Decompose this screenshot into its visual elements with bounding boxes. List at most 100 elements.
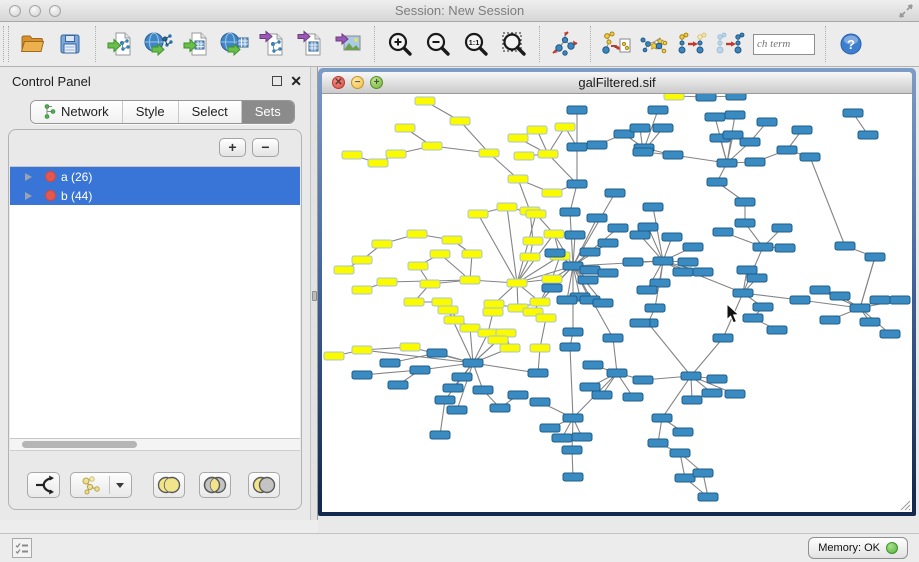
graph-node[interactable] [737,266,757,274]
graph-node[interactable] [753,303,773,311]
graph-node[interactable] [603,334,623,342]
graph-node[interactable] [673,428,693,436]
graph-node[interactable] [544,230,564,238]
open-file-icon[interactable] [13,25,51,63]
close-panel-icon[interactable]: ✕ [290,73,302,90]
graph-node[interactable] [450,117,470,125]
graph-edge[interactable] [663,261,743,293]
graph-node[interactable] [352,346,372,354]
search-input[interactable] [753,34,815,55]
graph-node[interactable] [526,210,546,218]
graph-node[interactable] [420,280,440,288]
export-image-icon[interactable] [330,25,368,63]
graph-node[interactable] [757,118,777,126]
graph-node[interactable] [717,159,737,167]
graph-node[interactable] [562,446,582,454]
graph-node[interactable] [460,276,480,284]
graph-node[interactable] [377,278,397,286]
graph-node[interactable] [580,266,600,274]
graph-node[interactable] [407,230,427,238]
graph-node[interactable] [468,210,488,218]
graph-node[interactable] [587,214,607,222]
graph-node[interactable] [563,473,583,481]
graph-node[interactable] [447,406,467,414]
graph-node[interactable] [490,404,510,412]
graph-node[interactable] [435,396,455,404]
graph-node[interactable] [536,314,556,322]
graph-node[interactable] [713,228,733,236]
graph-node[interactable] [557,296,577,304]
graph-node[interactable] [567,180,587,188]
graph-edge[interactable] [613,338,617,373]
graph-node[interactable] [530,298,550,306]
graph-node[interactable] [753,243,773,251]
graph-node[interactable] [555,123,575,131]
apply-preferred-layout-icon[interactable] [546,25,584,63]
graph-edge[interactable] [648,323,691,376]
network-canvas[interactable] [322,94,912,512]
set-layout-dropdown-button[interactable] [70,472,132,498]
graph-node[interactable] [638,223,658,231]
memory-status-button[interactable]: Memory: OK [808,537,908,559]
graph-node[interactable] [460,324,480,332]
graph-node[interactable] [645,304,665,312]
window-titlebar[interactable]: Session: New Session [0,0,919,22]
graph-node[interactable] [400,343,420,351]
graph-node[interactable] [681,372,701,380]
graph-edge[interactable] [691,338,723,376]
scrollbar-thumb[interactable] [22,441,137,448]
graph-node[interactable] [637,286,657,294]
graph-node[interactable] [890,296,910,304]
graph-node[interactable] [462,250,482,258]
graph-node[interactable] [696,94,716,101]
graph-node[interactable] [643,203,663,211]
graph-node[interactable] [630,231,650,239]
graph-node[interactable] [580,248,600,256]
graph-node[interactable] [442,236,462,244]
task-history-button[interactable] [12,538,32,558]
graph-node[interactable] [560,343,580,351]
graph-node[interactable] [430,431,450,439]
graph-node[interactable] [693,268,713,276]
graph-node[interactable] [438,306,458,314]
graph-edge[interactable] [440,400,445,435]
network-frame[interactable]: ✕ − + galFiltered.sif [318,68,916,516]
zoom-fit-selected-icon[interactable] [495,25,533,63]
graph-node[interactable] [592,391,612,399]
graph-edge[interactable] [507,207,517,283]
graph-node[interactable] [352,256,372,264]
graph-node[interactable] [850,304,870,312]
graph-node[interactable] [682,396,702,404]
graph-node[interactable] [820,316,840,324]
graph-node[interactable] [372,240,392,248]
graph-node[interactable] [527,126,547,134]
export-network-icon[interactable] [254,25,292,63]
graph-node[interactable] [880,330,900,338]
save-session-icon[interactable] [51,25,89,63]
graph-node[interactable] [488,336,508,344]
graph-node[interactable] [530,344,550,352]
graph-node[interactable] [683,243,703,251]
graph-edge[interactable] [573,235,575,266]
graph-node[interactable] [523,237,543,245]
import-table-url-icon[interactable] [216,25,254,63]
network-frame-titlebar[interactable]: ✕ − + galFiltered.sif [322,72,912,94]
graph-edge[interactable] [362,350,473,363]
graph-node[interactable] [444,316,464,324]
graph-edge[interactable] [460,121,489,153]
graph-node[interactable] [583,361,603,369]
expand-triangle-icon[interactable] [25,173,32,181]
graph-node[interactable] [563,414,583,422]
graph-node[interactable] [652,414,672,422]
graph-node[interactable] [542,275,562,283]
graph-node[interactable] [745,158,765,166]
graph-node[interactable] [587,141,607,149]
splitter-handle[interactable] [312,291,317,301]
graph-node[interactable] [508,391,528,399]
fullscreen-icon[interactable] [899,4,913,18]
graph-node[interactable] [870,296,890,304]
graph-node[interactable] [735,219,755,227]
graph-node[interactable] [792,126,812,134]
resize-grip-icon[interactable] [897,497,911,511]
graph-node[interactable] [430,250,450,258]
